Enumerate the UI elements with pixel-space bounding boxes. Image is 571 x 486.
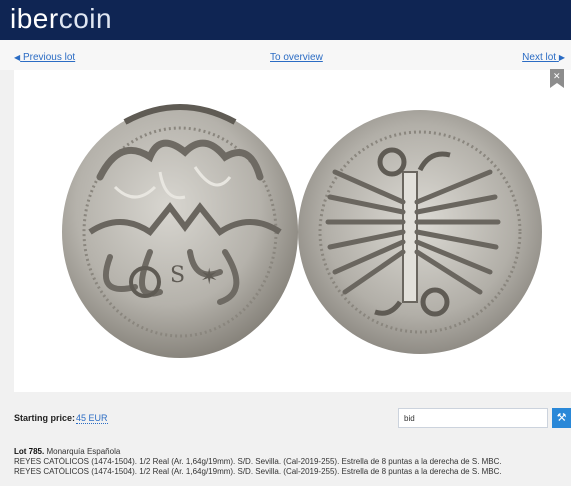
ibercoin-logo[interactable]: ibercoin — [10, 4, 112, 34]
lot-description: Lot 785. Monarquía Española REYES CATÓLI… — [14, 447, 569, 477]
starting-price-label: Starting price: — [14, 413, 76, 423]
lot-navigation: ◀ Previous lot To overview Next lot ▶ — [0, 40, 571, 70]
lot-heading: Lot 785. Monarquía Española — [14, 447, 569, 457]
triangle-right-icon: ▶ — [558, 53, 565, 62]
site-header: ibercoin — [0, 0, 571, 40]
to-overview-link[interactable]: To overview — [270, 52, 323, 63]
svg-text:S: S — [170, 263, 185, 288]
next-lot-link[interactable]: Next lot ▶ — [522, 52, 565, 63]
bid-input[interactable] — [398, 408, 548, 428]
coin-reverse — [298, 110, 542, 354]
coin-obverse: S ✶ — [62, 104, 298, 358]
triangle-left-icon: ◀ — [14, 53, 21, 62]
place-bid-button[interactable]: ⚒ — [552, 408, 571, 428]
previous-lot-label: Previous lot — [22, 52, 76, 63]
starting-price-value[interactable]: 45 EUR — [76, 413, 108, 424]
lot-category: Monarquía Española — [46, 447, 121, 456]
lot-description-line: REYES CATÓLICOS (1474-1504). 1/2 Real (A… — [14, 457, 502, 466]
previous-lot-link[interactable]: ◀ Previous lot — [14, 52, 75, 63]
bookmark-icon[interactable]: ✕ — [550, 69, 564, 88]
logo-text-a: iber — [10, 3, 59, 34]
lot-description-line: REYES CATÓLICOS (1474-1504). 1/2 Real (A… — [14, 467, 502, 476]
hammer-icon: ⚒ — [556, 412, 567, 424]
logo-text-b: coin — [58, 3, 113, 34]
svg-text:✶: ✶ — [200, 265, 218, 290]
lot-number: Lot 785. — [14, 447, 45, 456]
next-lot-label: Next lot — [522, 52, 557, 63]
coin-photo[interactable]: S ✶ — [60, 92, 550, 372]
